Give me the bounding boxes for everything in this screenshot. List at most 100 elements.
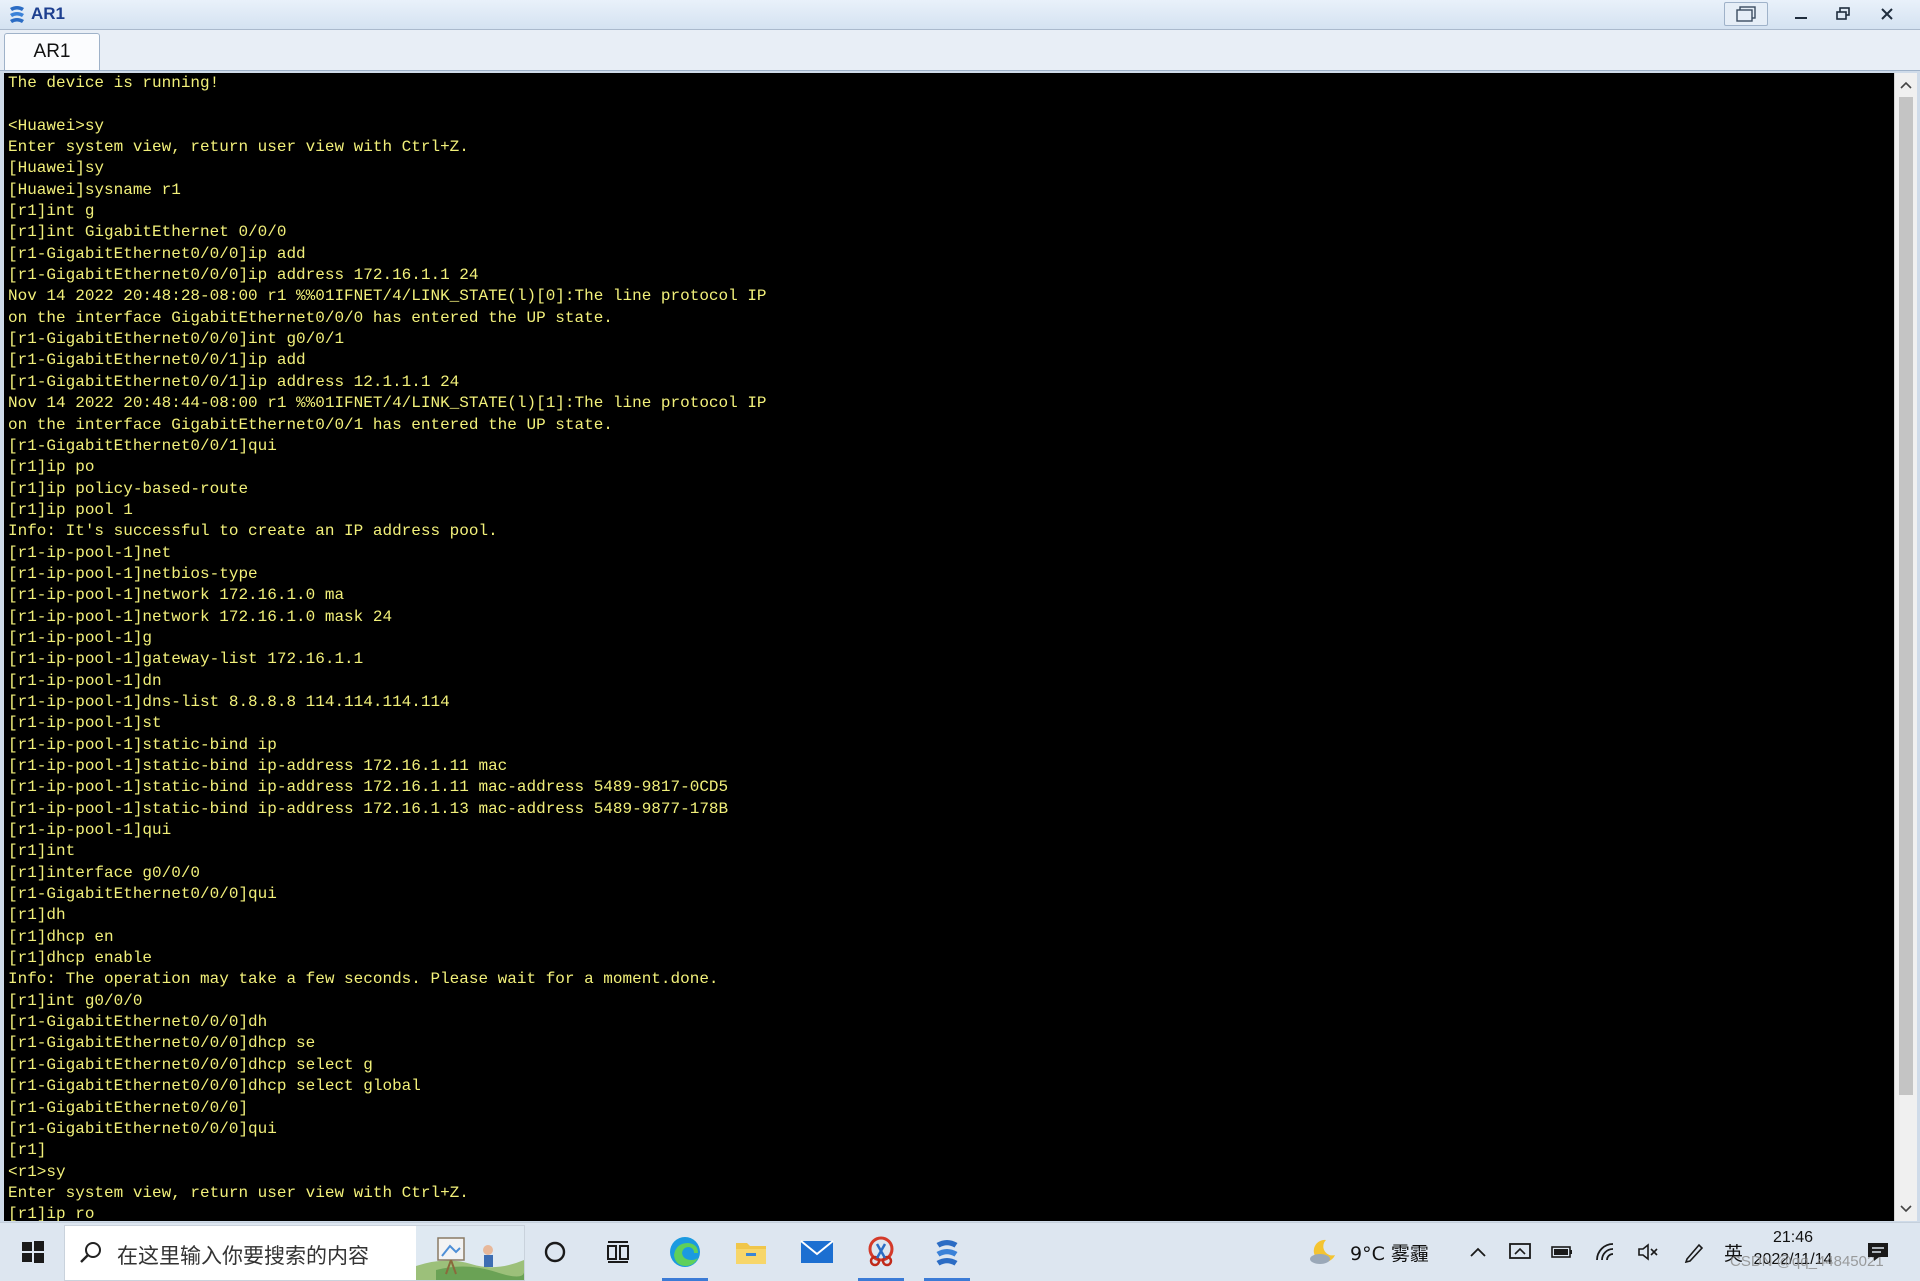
terminal-line: [r1-ip-pool-1]net — [8, 543, 172, 562]
terminal-line: [r1]int — [8, 842, 76, 861]
terminal-output: The device is running! <Huawei>sy Enter sy… — [8, 73, 767, 1221]
terminal-line: Enter system view, return user view with… — [8, 138, 469, 157]
edge-icon — [670, 1237, 700, 1267]
terminal-line: [r1]dh — [8, 906, 66, 925]
wifi-icon — [1596, 1243, 1614, 1261]
network-button[interactable] — [1588, 1223, 1624, 1281]
search-placeholder: 在这里输入你要搜索的内容 — [117, 1244, 369, 1268]
terminal-line: [r1-GigabitEthernet0/0/0]qui — [8, 1119, 277, 1138]
vertical-scrollbar[interactable] — [1894, 73, 1917, 1221]
terminal-line: Nov 14 2022 20:48:28-08:00 r1 %%01IFNET/… — [8, 287, 767, 306]
scroll-down-button[interactable] — [1895, 1199, 1917, 1219]
terminal-line: [r1-ip-pool-1]static-bind ip-address 172… — [8, 757, 508, 775]
terminal-line: [r1-ip-pool-1]gateway-list 172.16.1.1 — [8, 650, 364, 669]
task-view-button[interactable] — [590, 1223, 648, 1281]
terminal-line: [r1]ip ro — [8, 1205, 95, 1221]
terminal-line: [r1-GigabitEthernet0/0/1]qui — [8, 436, 277, 455]
terminal-line: Nov 14 2022 20:48:44-08:00 r1 %%01IFNET/… — [8, 394, 767, 413]
terminal-line: [r1-ip-pool-1]dns-list 8.8.8.8 114.114.1… — [8, 692, 450, 711]
volume-muted-icon — [1638, 1243, 1658, 1261]
restore-layout-button[interactable] — [1724, 2, 1768, 26]
terminal-line: [r1-GigabitEthernet0/0/0]int g0/0/1 — [8, 330, 345, 349]
window-title: AR1 — [31, 4, 66, 23]
chevron-up-icon — [1470, 1247, 1486, 1257]
mail-icon — [800, 1240, 834, 1263]
restore-button[interactable] — [1824, 1, 1862, 27]
taskbar-file-explorer[interactable] — [722, 1223, 780, 1281]
close-icon — [1881, 8, 1893, 20]
close-button[interactable] — [1868, 1, 1906, 27]
ensp-app-icon — [936, 1240, 958, 1266]
tray-app-button[interactable] — [1502, 1223, 1538, 1281]
terminal-line: [r1-GigabitEthernet0/0/0]ip add — [8, 244, 306, 263]
terminal-line: [Huawei]sy — [8, 159, 105, 178]
terminal-line: [r1-GigabitEthernet0/0/0]dhcp se — [8, 1034, 316, 1053]
tab-ar1[interactable]: AR1 — [4, 33, 100, 70]
terminal-line: [r1-GigabitEthernet0/0/0]ip address 172.… — [8, 266, 479, 285]
restore-layout-icon — [1736, 6, 1756, 22]
scroll-up-button[interactable] — [1895, 75, 1917, 95]
terminal-line: [r1-ip-pool-1]static-bind ip-address 172… — [8, 778, 729, 797]
battery-button[interactable] — [1544, 1223, 1580, 1281]
terminal-line: [r1]dhcp enable — [8, 949, 153, 968]
taskbar-edge[interactable] — [656, 1223, 714, 1281]
clock-time: 21:46 — [1772, 1229, 1814, 1246]
restore-icon — [1836, 7, 1850, 20]
volume-button[interactable] — [1630, 1223, 1666, 1281]
weather-text[interactable]: 9°C 雾霾 — [1350, 1239, 1429, 1266]
title-bar: AR1 — [0, 0, 1920, 30]
terminal-line: [r1-ip-pool-1]g — [8, 628, 153, 647]
terminal-line: on the interface GigabitEthernet0/0/0 ha… — [8, 308, 613, 327]
terminal-line: [r1-GigabitEthernet0/0/0]dhcp select glo… — [8, 1077, 421, 1096]
terminal-line: [r1-GigabitEthernet0/0/0] — [8, 1098, 249, 1117]
search-highlight-illustration-icon — [416, 1226, 524, 1280]
terminal-line: Info: It's successful to create an IP ad… — [8, 522, 498, 541]
terminal-line: [r1]ip pool 1 — [8, 500, 133, 519]
terminal-line: on the interface GigabitEthernet0/0/1 ha… — [8, 415, 613, 434]
terminal-line: [r1] — [8, 1141, 47, 1160]
start-button[interactable] — [4, 1223, 62, 1281]
terminal-line: [r1-GigabitEthernet0/0/0]qui — [8, 885, 277, 904]
terminal-line: [r1-GigabitEthernet0/0/1]ip add — [8, 351, 306, 370]
weather-moon-icon — [1310, 1239, 1335, 1264]
terminal-line: [r1-ip-pool-1]static-bind ip-address 172… — [8, 799, 729, 818]
terminal-line: Enter system view, return user view with… — [8, 1183, 469, 1202]
taskbar-mail[interactable] — [788, 1223, 846, 1281]
terminal-line: <Huawei>sy — [8, 116, 105, 135]
notification-center-button[interactable] — [1858, 1223, 1898, 1281]
terminal-line: [Huawei]sysname r1 — [8, 180, 181, 199]
terminal-line: [r1-ip-pool-1]st — [8, 714, 162, 733]
chevron-down-icon — [1900, 1205, 1912, 1213]
terminal-line: [r1-ip-pool-1]network 172.16.1.0 ma — [8, 586, 345, 605]
taskbar-snipping-tool[interactable] — [852, 1223, 910, 1281]
taskbar-ensp[interactable] — [918, 1223, 976, 1281]
terminal-line: [r1-ip-pool-1]qui — [8, 821, 172, 840]
battery-icon — [1551, 1246, 1572, 1258]
show-hidden-icons-button[interactable] — [1460, 1223, 1496, 1281]
scroll-thumb[interactable] — [1899, 97, 1913, 1095]
cortana-button[interactable] — [526, 1223, 584, 1281]
terminal-line: [r1]interface g0/0/0 — [8, 863, 201, 882]
minimize-icon — [1795, 17, 1807, 19]
terminal-line: [r1]ip po — [8, 458, 95, 477]
pen-icon — [1684, 1243, 1704, 1263]
pen-button[interactable] — [1676, 1223, 1712, 1281]
search-icon — [79, 1241, 103, 1265]
cortana-circle-icon — [544, 1241, 566, 1263]
terminal-line: Info: The operation may take a few secon… — [8, 970, 719, 989]
terminal-line: [r1-ip-pool-1]network 172.16.1.0 mask 24 — [8, 607, 393, 626]
tab-strip: AR1 — [0, 30, 1920, 71]
terminal-console[interactable]: The device is running! <Huawei>sy Enter sy… — [4, 73, 1894, 1221]
remote-display-icon — [1509, 1243, 1531, 1259]
taskbar-search-box[interactable]: 在这里输入你要搜索的内容 — [64, 1225, 525, 1281]
task-view-icon — [607, 1241, 629, 1263]
taskbar: 在这里输入你要搜索的内容 9°C 雾霾 英 21:46 2022/11/14 C… — [0, 1222, 1920, 1281]
terminal-line: [r1-ip-pool-1]static-bind ip — [8, 735, 277, 754]
ensp-app-icon — [7, 4, 27, 24]
minimize-button[interactable] — [1782, 1, 1820, 27]
file-explorer-icon — [736, 1243, 766, 1264]
notification-icon — [1868, 1243, 1888, 1261]
terminal-line: [r1]ip policy-based-route — [8, 479, 249, 498]
terminal-line: [r1-GigabitEthernet0/0/0]dhcp select g — [8, 1055, 373, 1074]
